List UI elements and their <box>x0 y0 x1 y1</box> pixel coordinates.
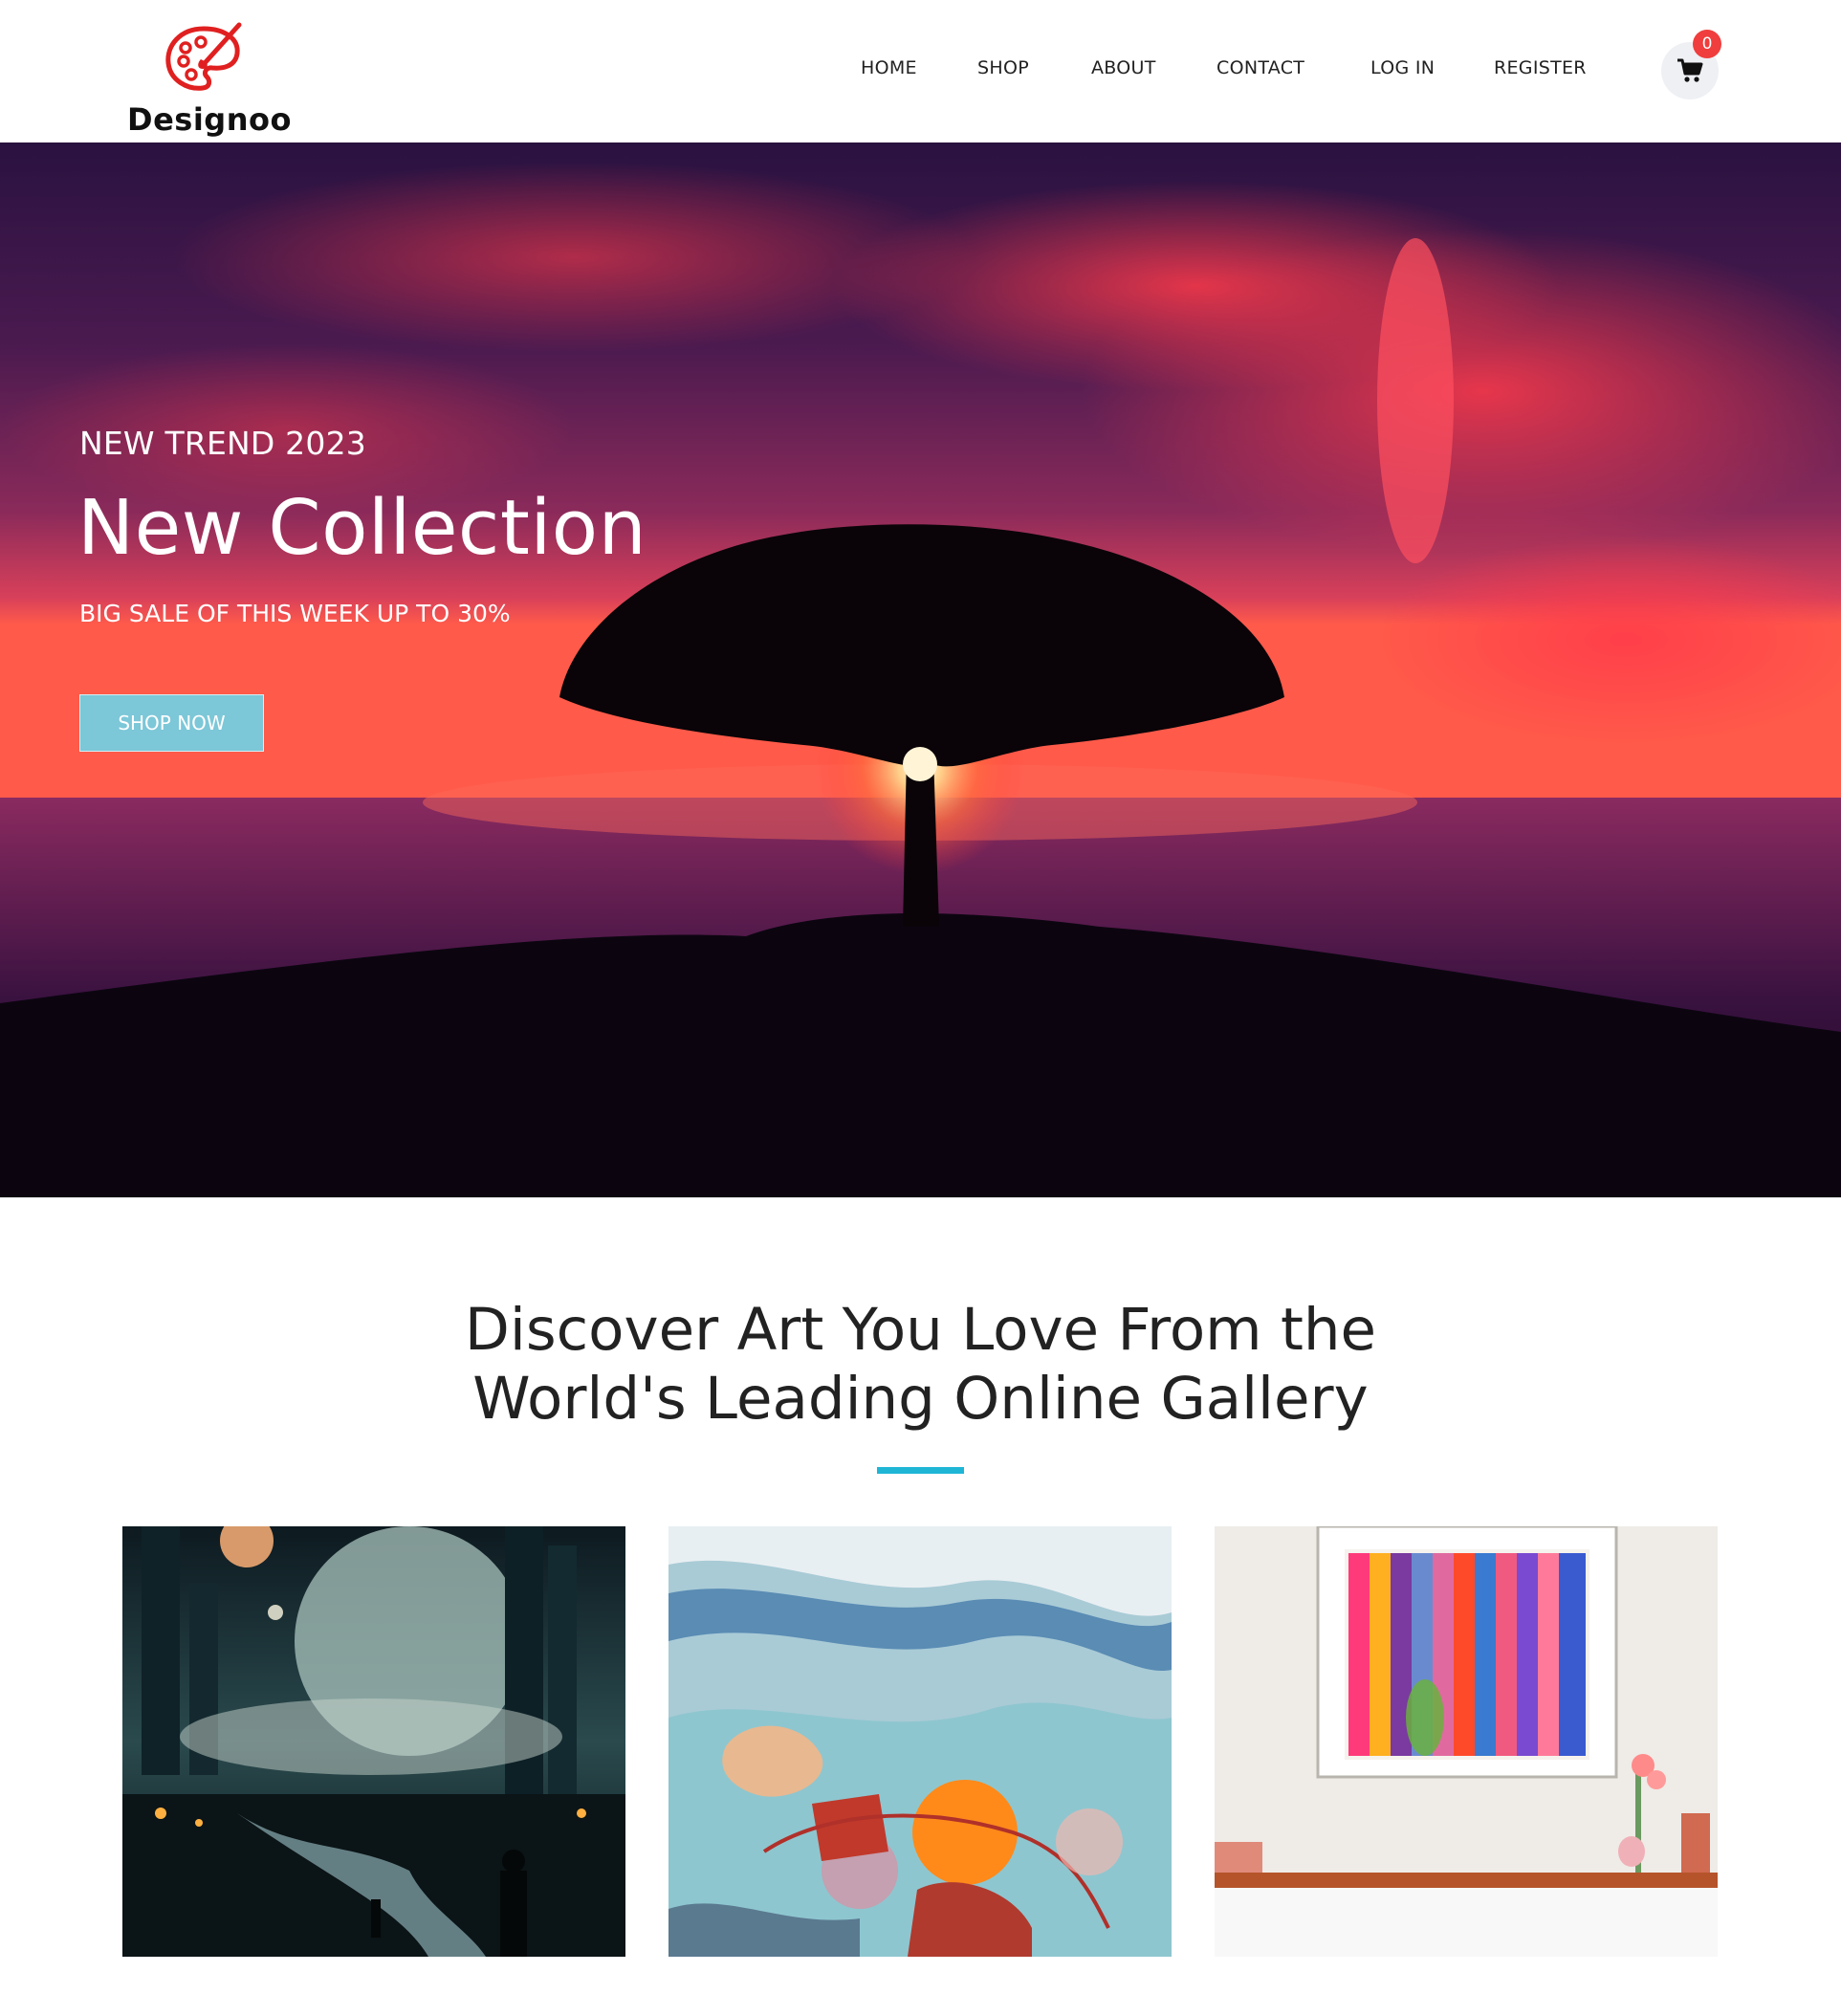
discover-heading-line-2: World's Leading Online Gallery <box>472 1365 1369 1433</box>
discover-heading-line-1: Discover Art You Love From the <box>464 1296 1377 1364</box>
nav-shop-link[interactable]: SHOP <box>977 57 1029 78</box>
futuristic-city-artwork <box>122 1526 625 1957</box>
gallery-card-futuristic-city[interactable] <box>122 1526 625 1957</box>
main-nav: HOME SHOP ABOUT CONTACT LOG IN REGISTER <box>0 57 1841 86</box>
nav-home-link[interactable]: HOME <box>861 57 917 78</box>
shop-now-button[interactable]: SHOP NOW <box>79 694 264 752</box>
discover-heading: Discover Art You Love From the World's L… <box>0 1296 1841 1434</box>
hero-title: New Collection <box>77 484 647 572</box>
nav-register-link[interactable]: REGISTER <box>1494 57 1587 78</box>
nav-about-link[interactable]: ABOUT <box>1091 57 1156 78</box>
framed-colorful-print-artwork <box>1215 1526 1718 1957</box>
nav-contact-link[interactable]: CONTACT <box>1216 57 1304 78</box>
hero-banner: NEW TREND 2023 New Collection BIG SALE O… <box>0 142 1841 1197</box>
site-header: Designoo HOME SHOP ABOUT CONTACT LOG IN … <box>0 0 1841 142</box>
abstract-coastal-artwork <box>668 1526 1172 1957</box>
gallery-card-framed-print[interactable] <box>1215 1526 1718 1957</box>
hero-subtitle: BIG SALE OF THIS WEEK UP TO 30% <box>79 600 511 627</box>
hero-sunset-tree-image <box>0 142 1841 1197</box>
gallery-card-abstract-coastal[interactable] <box>668 1526 1172 1957</box>
hero-kicker: NEW TREND 2023 <box>79 425 366 462</box>
heading-divider <box>877 1467 964 1474</box>
shopping-cart-icon <box>1677 58 1703 82</box>
brand-name: Designoo <box>127 101 292 138</box>
nav-login-link[interactable]: LOG IN <box>1370 57 1435 78</box>
cart-count-badge: 0 <box>1693 30 1721 58</box>
